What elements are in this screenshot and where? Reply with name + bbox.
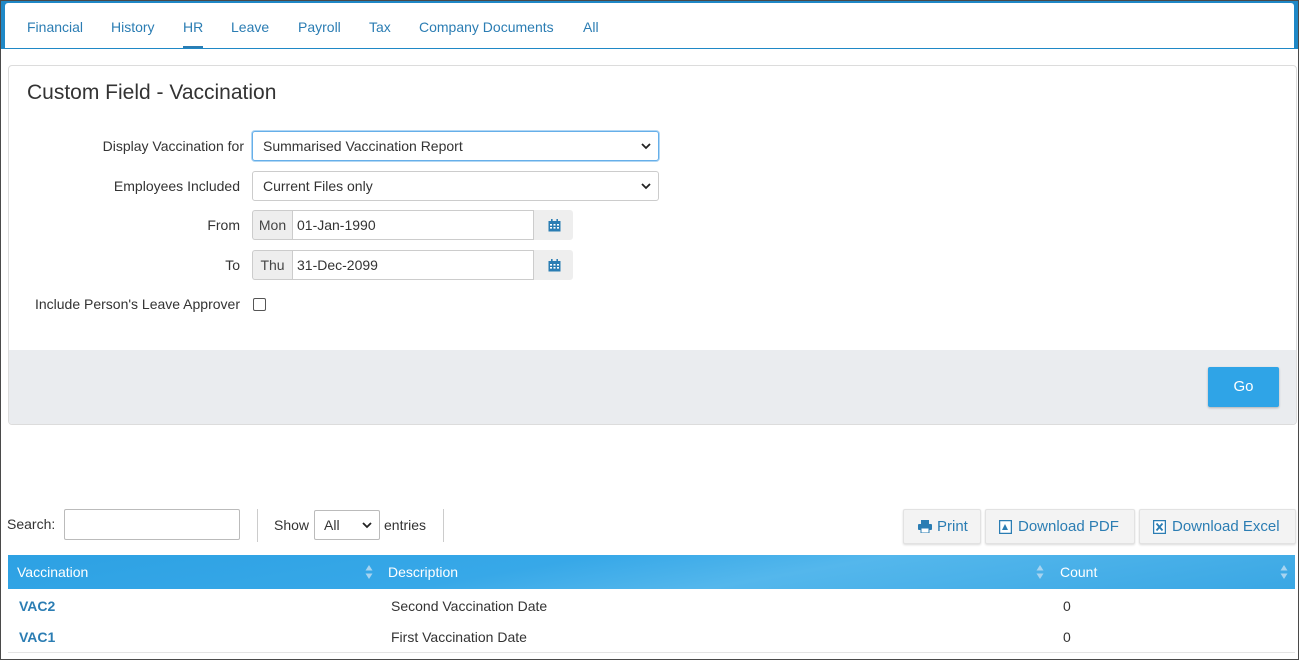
vaccination-code-link[interactable]: VAC2 [19, 598, 55, 614]
include-approver-label: Include Person's Leave Approver [34, 296, 240, 312]
sort-icon[interactable] [1036, 564, 1044, 580]
table-header: Vaccination Description Count [8, 555, 1295, 589]
pdf-file-icon [999, 520, 1012, 534]
to-calendar-button[interactable] [534, 250, 573, 280]
calendar-icon [548, 219, 561, 232]
column-header-vaccination[interactable]: Vaccination [17, 564, 88, 580]
display-for-select[interactable]: Summarised Vaccination Report [252, 131, 659, 161]
to-day-addon: Thu [252, 250, 292, 280]
employees-included-label: Employees Included [113, 178, 240, 194]
from-label: From [207, 217, 240, 233]
tab-leave[interactable]: Leave [231, 19, 269, 35]
print-button[interactable]: Print [903, 509, 981, 544]
employees-included-select[interactable]: Current Files only [252, 171, 659, 201]
chevron-down-icon [362, 522, 372, 529]
to-date-input[interactable]: 31-Dec-2099 [292, 250, 534, 280]
calendar-icon [548, 259, 561, 272]
chevron-down-icon [641, 143, 651, 150]
count-cell: 0 [1063, 598, 1071, 614]
chevron-down-icon [641, 183, 651, 190]
table-row: VAC2 Second Vaccination Date 0 [8, 590, 1295, 622]
from-calendar-button[interactable] [534, 210, 573, 240]
excel-file-icon [1153, 520, 1166, 534]
tab-financial[interactable]: Financial [27, 19, 83, 35]
search-label: Search: [7, 516, 56, 532]
tab-all[interactable]: All [583, 19, 599, 35]
entries-length-value: All [324, 517, 340, 533]
include-approver-checkbox[interactable] [253, 298, 266, 311]
employees-included-value: Current Files only [263, 178, 373, 194]
search-input[interactable] [64, 509, 240, 540]
entries-label: entries [384, 517, 427, 533]
show-label: Show [274, 517, 310, 533]
go-button[interactable]: Go [1208, 367, 1279, 407]
page-title: Custom Field - Vaccination [27, 81, 277, 104]
vaccination-code-link[interactable]: VAC1 [19, 629, 55, 645]
divider [443, 509, 444, 542]
sort-icon[interactable] [365, 564, 373, 580]
table-row: VAC1 First Vaccination Date 0 [8, 621, 1295, 653]
display-for-value: Summarised Vaccination Report [263, 138, 463, 154]
display-for-label: Display Vaccination for [102, 138, 244, 154]
download-excel-label: Download Excel [1172, 518, 1280, 535]
tab-company-documents[interactable]: Company Documents [419, 19, 554, 35]
column-header-count[interactable]: Count [1060, 564, 1097, 580]
download-excel-button[interactable]: Download Excel [1139, 509, 1296, 544]
app-window: Financial History HR Leave Payroll Tax C… [0, 0, 1299, 660]
to-label: To [225, 257, 240, 273]
from-day-addon: Mon [252, 210, 292, 240]
nav-tabs: Financial History HR Leave Payroll Tax C… [5, 3, 1294, 48]
column-header-description[interactable]: Description [388, 564, 458, 580]
download-pdf-label: Download PDF [1018, 518, 1119, 535]
print-icon [918, 520, 932, 533]
description-cell: Second Vaccination Date [391, 598, 548, 614]
description-cell: First Vaccination Date [391, 629, 527, 645]
tab-payroll[interactable]: Payroll [298, 19, 341, 35]
to-date-group: Thu 31-Dec-2099 [252, 250, 574, 280]
tab-history[interactable]: History [111, 19, 155, 35]
print-label: Print [937, 518, 968, 535]
tab-tax[interactable]: Tax [369, 19, 391, 35]
from-date-group: Mon 01-Jan-1990 [252, 210, 574, 240]
tab-hr[interactable]: HR [183, 19, 204, 48]
sort-icon[interactable] [1280, 564, 1288, 580]
divider [257, 509, 258, 542]
download-pdf-button[interactable]: Download PDF [985, 509, 1135, 544]
report-panel: Custom Field - Vaccination Display Vacci… [8, 65, 1297, 425]
from-date-input[interactable]: 01-Jan-1990 [292, 210, 534, 240]
panel-footer: Go [9, 350, 1296, 424]
count-cell: 0 [1063, 629, 1071, 645]
entries-length-select[interactable]: All [314, 510, 380, 540]
